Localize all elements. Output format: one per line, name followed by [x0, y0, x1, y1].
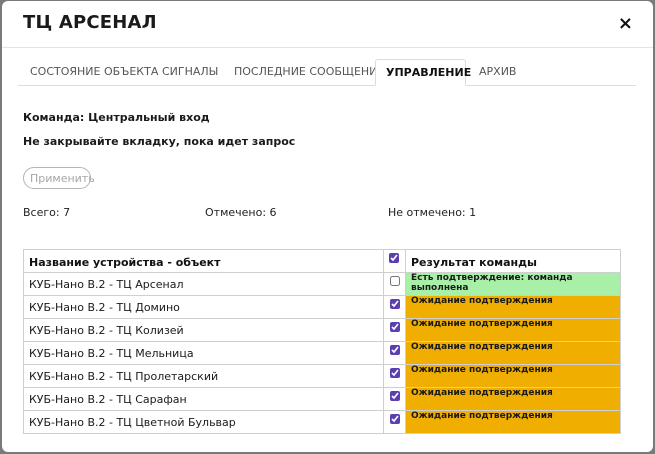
modal-title: ТЦ АРСЕНАЛ	[23, 12, 157, 33]
tab-object-state[interactable]: СОСТОЯНИЕ ОБЪЕКТА	[20, 59, 168, 85]
table-row: КУБ-Нано В.2 - ТЦ Колизей Ожидание подтве…	[23, 318, 621, 342]
device-name: КУБ-Нано В.2 - ТЦ Колизей	[23, 318, 384, 342]
table-row: КУБ-Нано В.2 - ТЦ Цветной Бульвар Ожидани…	[23, 410, 621, 434]
device-name: КУБ-Нано В.2 - ТЦ Цветной Бульвар	[23, 410, 384, 434]
devices-table: Название устройства - объект Результат к…	[23, 249, 621, 434]
device-checkbox[interactable]	[389, 391, 400, 401]
device-checkbox[interactable]	[389, 368, 400, 378]
warning-text: Не закрывайте вкладку, пока идет запрос	[23, 135, 296, 148]
tab-signals[interactable]: СИГНАЛЫ	[152, 59, 228, 85]
device-name: КУБ-Нано В.2 - ТЦ Сарафан	[23, 387, 384, 411]
table-row: КУБ-Нано В.2 - ТЦ Пролетарский Ожидание п…	[23, 364, 621, 388]
device-checkbox[interactable]	[389, 345, 400, 355]
column-header-result: Результат команды	[405, 249, 621, 273]
table-header-row: Название устройства - объект Результат к…	[23, 249, 621, 273]
device-checkbox[interactable]	[389, 414, 400, 424]
stat-checked: Отмечено: 6	[205, 206, 277, 219]
tab-bar: СОСТОЯНИЕ ОБЪЕКТА СИГНАЛЫ ПОСЛЕДНИЕ СООБ…	[18, 59, 636, 86]
device-name: КУБ-Нано В.2 - ТЦ Пролетарский	[23, 364, 384, 388]
command-result: Ожидание подтверждения	[405, 341, 621, 365]
command-result: Ожидание подтверждения	[405, 364, 621, 388]
select-all-checkbox[interactable]	[389, 253, 399, 263]
command-result: Ожидание подтверждения	[405, 387, 621, 411]
table-row: КУБ-Нано В.2 - ТЦ Сарафан Ожидание подтве…	[23, 387, 621, 411]
device-checkbox[interactable]	[389, 276, 400, 286]
tab-archive[interactable]: АРХИВ	[469, 59, 526, 85]
tab-last-messages[interactable]: ПОСЛЕДНИЕ СООБЩЕНИЯ	[224, 59, 395, 85]
close-icon[interactable]: ×	[618, 15, 633, 33]
column-header-name: Название устройства - объект	[23, 249, 384, 273]
tab-control[interactable]: УПРАВЛЕНИЕ	[375, 59, 471, 86]
stat-total: Всего: 7	[23, 206, 71, 219]
device-select-cell	[383, 295, 406, 319]
object-modal: ТЦ АРСЕНАЛ × СОСТОЯНИЕ ОБЪЕКТА СИГНАЛЫ П…	[2, 1, 653, 452]
command-result: Ожидание подтверждения	[405, 295, 621, 319]
device-checkbox[interactable]	[389, 322, 400, 332]
table-row: КУБ-Нано В.2 - ТЦ Домино Ожидание подтвер…	[23, 295, 621, 319]
device-select-cell	[383, 272, 406, 296]
device-checkbox[interactable]	[389, 299, 400, 309]
command-label: Команда: Центральный вход	[23, 111, 210, 124]
modal-header: ТЦ АРСЕНАЛ ×	[2, 1, 653, 48]
apply-button[interactable]: Применить	[23, 167, 95, 189]
device-select-cell	[383, 318, 406, 342]
device-select-cell	[383, 387, 406, 411]
select-all-cell	[383, 249, 406, 273]
device-select-cell	[383, 341, 406, 365]
command-result: Ожидание подтверждения	[405, 410, 621, 434]
device-select-cell	[383, 364, 406, 388]
device-name: КУБ-Нано В.2 - ТЦ Арсенал	[23, 272, 384, 296]
device-name: КУБ-Нано В.2 - ТЦ Домино	[23, 295, 384, 319]
table-row: КУБ-Нано В.2 - ТЦ Арсенал Есть подтвержде…	[23, 272, 621, 296]
command-result: Есть подтверждение: команда выполнена	[405, 272, 621, 296]
command-result: Ожидание подтверждения	[405, 318, 621, 342]
table-row: КУБ-Нано В.2 - ТЦ Мельница Ожидание подтв…	[23, 341, 621, 365]
device-select-cell	[383, 410, 406, 434]
device-name: КУБ-Нано В.2 - ТЦ Мельница	[23, 341, 384, 365]
stat-unchecked: Не отмечено: 1	[388, 206, 477, 219]
